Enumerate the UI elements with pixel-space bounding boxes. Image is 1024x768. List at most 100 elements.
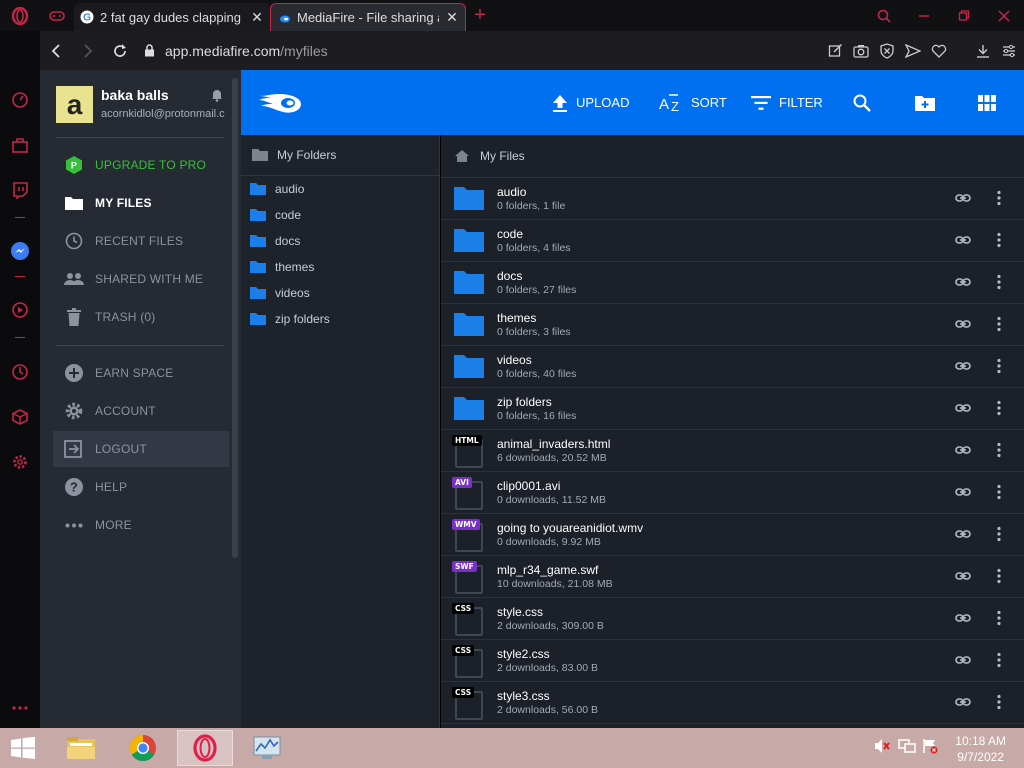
folder-row[interactable]: audio 0 folders, 1 file <box>441 178 1024 220</box>
link-icon[interactable] <box>955 274 971 295</box>
filter-button[interactable]: FILTER <box>751 70 823 135</box>
tab-google[interactable]: G 2 fat gay dudes clapping ch ✕ <box>74 3 270 31</box>
item-name[interactable]: going to youareanidiot.wmv <box>497 521 643 535</box>
file-row[interactable]: AVI clip0001.avi 0 downloads, 11.52 MB <box>441 472 1024 514</box>
link-icon[interactable] <box>955 568 971 589</box>
nav-trash[interactable]: TRASH (0) <box>53 299 229 335</box>
item-name[interactable]: themes <box>497 311 536 325</box>
gamepad-icon[interactable] <box>40 0 74 31</box>
item-name[interactable]: style3.css <box>497 689 550 703</box>
upgrade-to-pro-link[interactable]: P UPGRADE TO PRO <box>53 147 229 183</box>
extensions-icon[interactable] <box>9 406 31 428</box>
item-name[interactable]: docs <box>497 269 522 283</box>
download-icon[interactable] <box>974 42 992 60</box>
more-options-icon[interactable] <box>997 190 1001 211</box>
folder-row[interactable]: themes 0 folders, 3 files <box>441 304 1024 346</box>
item-name[interactable]: style2.css <box>497 647 550 661</box>
edit-icon[interactable] <box>826 42 844 60</box>
back-icon[interactable] <box>40 31 72 70</box>
more-options-icon[interactable] <box>997 694 1001 715</box>
sidebar-more-icon[interactable] <box>9 697 31 719</box>
more-options-icon[interactable] <box>997 526 1001 547</box>
more-options-icon[interactable] <box>997 274 1001 295</box>
heart-icon[interactable] <box>930 42 948 60</box>
nav-logout[interactable]: LOGOUT <box>53 431 229 467</box>
more-options-icon[interactable] <box>997 610 1001 631</box>
new-tab-button[interactable]: + <box>466 4 494 27</box>
more-options-icon[interactable] <box>997 652 1001 673</box>
link-icon[interactable] <box>955 652 971 673</box>
tab-mediafire[interactable]: MediaFire - File sharing an ✕ <box>270 3 466 31</box>
item-name[interactable]: mlp_r34_game.swf <box>497 563 598 577</box>
camera-icon[interactable] <box>852 42 870 60</box>
link-icon[interactable] <box>955 190 971 211</box>
action-center-flag-icon[interactable] <box>922 738 938 759</box>
windows-start-icon[interactable] <box>0 730 46 766</box>
item-name[interactable]: style.css <box>497 605 543 619</box>
more-options-icon[interactable] <box>997 400 1001 421</box>
close-tab-icon[interactable]: ✕ <box>250 9 264 26</box>
shopping-icon[interactable] <box>9 134 31 156</box>
nav-more[interactable]: MORE <box>53 507 229 543</box>
more-options-icon[interactable] <box>997 484 1001 505</box>
file-row[interactable]: CSS style2.css 2 downloads, 83.00 B <box>441 640 1024 682</box>
search-tabs-icon[interactable] <box>864 0 904 31</box>
link-icon[interactable] <box>955 232 971 253</box>
link-icon[interactable] <box>955 484 971 505</box>
folder-row[interactable]: zip folders 0 folders, 16 files <box>441 388 1024 430</box>
messenger-icon[interactable] <box>9 240 31 262</box>
network-icon[interactable] <box>898 738 916 759</box>
nav-recent-files[interactable]: RECENT FILES <box>53 223 229 259</box>
more-options-icon[interactable] <box>997 358 1001 379</box>
item-name[interactable]: zip folders <box>497 395 552 409</box>
system-clock[interactable]: 10:18 AM 9/7/2022 <box>955 733 1006 765</box>
new-folder-button[interactable] <box>914 70 936 135</box>
player-icon[interactable] <box>9 299 31 321</box>
item-name[interactable]: code <box>497 227 523 241</box>
maximize-icon[interactable] <box>944 0 984 31</box>
file-row[interactable]: WMV going to youareanidiot.wmv 0 downloads… <box>441 514 1024 556</box>
twitch-icon[interactable] <box>9 179 31 201</box>
tree-folder-item[interactable]: audio <box>249 178 304 200</box>
more-options-icon[interactable] <box>997 568 1001 589</box>
settings-icon[interactable] <box>9 451 31 473</box>
url-field[interactable]: app.mediafire.com/myfiles <box>144 43 328 59</box>
tree-folder-item[interactable]: themes <box>249 256 314 278</box>
link-icon[interactable] <box>955 442 971 463</box>
item-name[interactable]: audio <box>497 185 526 199</box>
close-window-icon[interactable] <box>984 0 1024 31</box>
folder-row[interactable]: videos 0 folders, 40 files <box>441 346 1024 388</box>
speed-dial-icon[interactable] <box>9 89 31 111</box>
opera-menu-icon[interactable] <box>0 0 40 31</box>
more-options-icon[interactable] <box>997 442 1001 463</box>
tree-folder-item[interactable]: code <box>249 204 301 226</box>
mediafire-logo-icon[interactable] <box>257 90 303 121</box>
opera-gx-taskbar-icon[interactable] <box>177 730 233 766</box>
item-name[interactable]: videos <box>497 353 532 367</box>
link-icon[interactable] <box>955 316 971 337</box>
sort-button[interactable]: AZ SORT <box>659 70 727 135</box>
link-icon[interactable] <box>955 358 971 379</box>
file-row[interactable]: SWF mlp_r34_game.swf 10 downloads, 21.08 M… <box>441 556 1024 598</box>
history-icon[interactable] <box>9 361 31 383</box>
nav-shared-with-me[interactable]: SHARED WITH ME <box>53 261 229 297</box>
performance-monitor-icon[interactable] <box>239 730 295 766</box>
file-explorer-icon[interactable] <box>53 730 109 766</box>
forward-icon[interactable] <box>72 31 104 70</box>
nav-earn-space[interactable]: EARN SPACE <box>53 355 229 391</box>
file-row[interactable]: CSS style.css 2 downloads, 309.00 B <box>441 598 1024 640</box>
item-name[interactable]: clip0001.avi <box>497 479 560 493</box>
link-icon[interactable] <box>955 526 971 547</box>
folder-row[interactable]: docs 0 folders, 27 files <box>441 262 1024 304</box>
more-options-icon[interactable] <box>997 232 1001 253</box>
minimize-icon[interactable] <box>904 0 944 31</box>
link-icon[interactable] <box>955 694 971 715</box>
sidebar-scrollbar[interactable] <box>232 78 238 558</box>
nav-help[interactable]: ? HELP <box>53 469 229 505</box>
nav-my-files[interactable]: MY FILES <box>53 185 229 221</box>
item-name[interactable]: animal_invaders.html <box>497 437 610 451</box>
grid-view-button[interactable] <box>978 70 996 135</box>
home-icon[interactable] <box>454 149 470 163</box>
folder-row[interactable]: code 0 folders, 4 files <box>441 220 1024 262</box>
reload-icon[interactable] <box>104 31 136 70</box>
